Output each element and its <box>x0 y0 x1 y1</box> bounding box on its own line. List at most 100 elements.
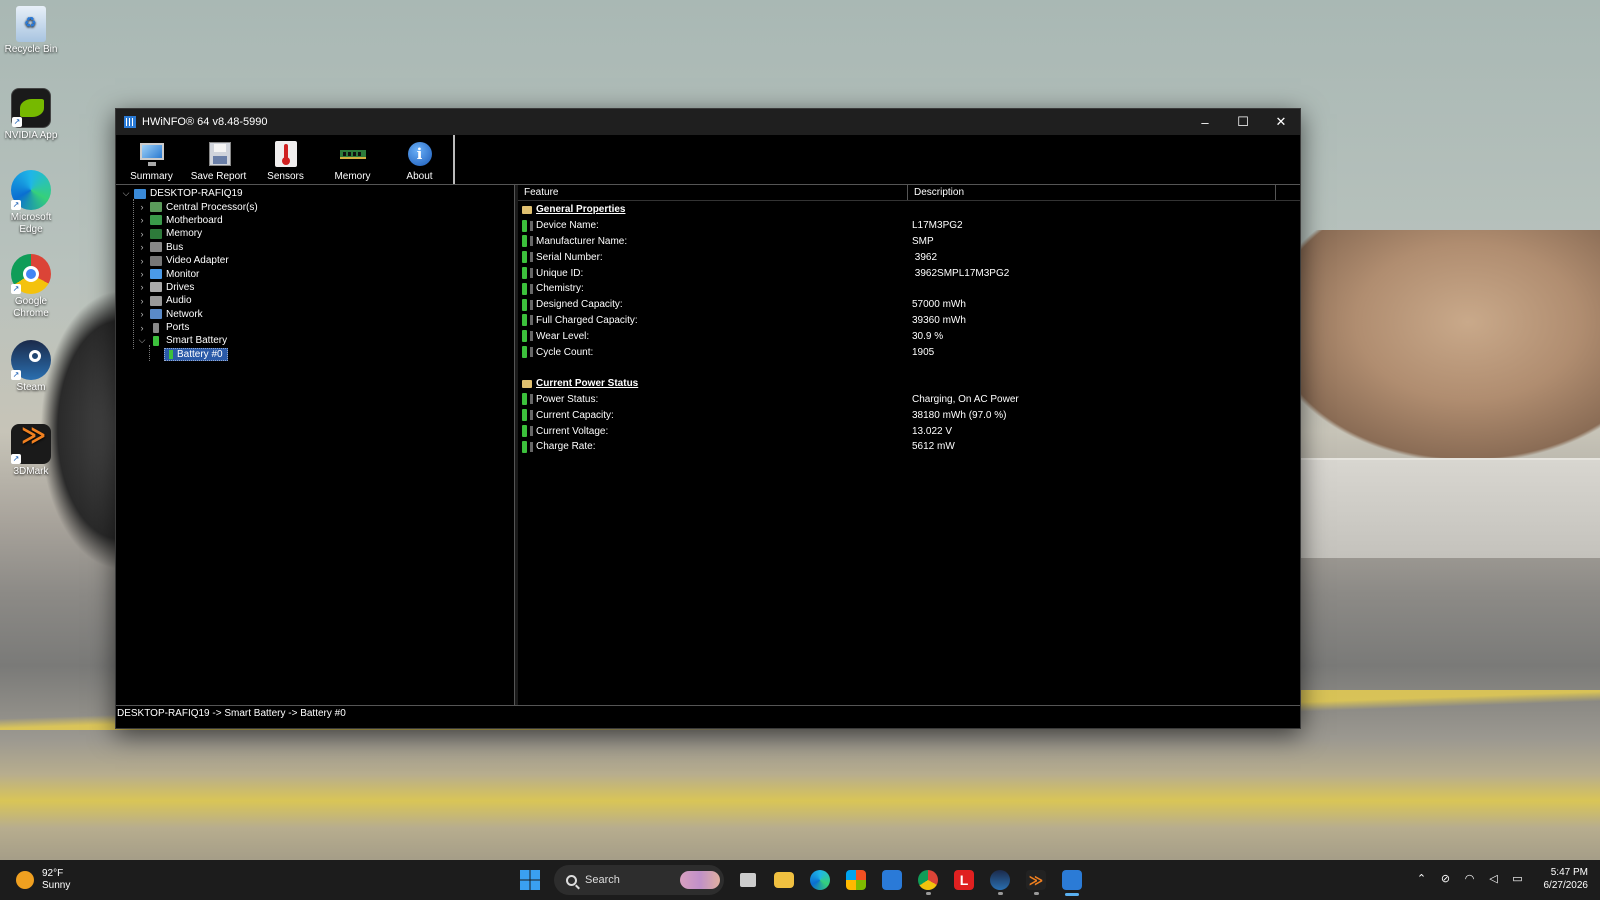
tree-item-label: Network <box>166 308 203 320</box>
steam-icon <box>990 870 1010 890</box>
tree-item-bus[interactable]: › Bus <box>116 241 514 254</box>
volume-icon[interactable]: ◁ <box>1486 872 1502 886</box>
notifications-off-icon[interactable]: ⊘ <box>1438 872 1454 886</box>
window-titlebar[interactable]: HWiNFO® 64 v8.48-5990 – ☐ ✕ <box>116 109 1300 135</box>
thermometer-icon <box>272 140 300 168</box>
desktop-icon-microsoft-edge[interactable]: ↗ Microsoft Edge <box>2 170 60 236</box>
clock[interactable]: 5:47 PM 6/27/2026 <box>1544 866 1589 892</box>
close-button[interactable]: ✕ <box>1262 109 1300 135</box>
desktop-icon-label: Recycle Bin <box>4 44 58 55</box>
chevron-right-icon[interactable]: › <box>136 202 148 212</box>
feature-name: Charge Rate: <box>536 441 596 453</box>
table-row[interactable]: Cycle Count: 1905 <box>518 344 1300 360</box>
feature-column-header[interactable]: Feature <box>518 185 908 200</box>
tree-item-battery-0[interactable]: Battery #0 <box>116 347 514 361</box>
edge-icon <box>810 870 830 890</box>
summary-button[interactable]: Summary <box>118 135 185 185</box>
tree-item-label: Smart Battery <box>166 335 228 347</box>
description-column-header[interactable]: Description <box>908 185 1276 200</box>
chevron-right-icon[interactable]: › <box>136 309 148 319</box>
monitor-icon <box>138 140 166 168</box>
start-button[interactable] <box>514 864 546 896</box>
battery-charging-icon[interactable]: ▭ <box>1510 872 1526 886</box>
desktop-icon-google-chrome[interactable]: ↗ Google Chrome <box>2 254 60 320</box>
feature-name: Power Status: <box>536 393 599 405</box>
chevron-right-icon[interactable]: › <box>136 242 148 252</box>
3dmark-button[interactable]: ≫ <box>1020 864 1052 896</box>
battery-icon <box>522 393 527 406</box>
chevron-right-icon[interactable]: › <box>136 269 148 279</box>
tree-item-memory[interactable]: › Memory <box>116 227 514 240</box>
chevron-right-icon[interactable]: › <box>136 229 148 239</box>
taskbar-search[interactable]: Search <box>554 865 724 895</box>
steam-button[interactable] <box>984 864 1016 896</box>
minimize-button[interactable]: – <box>1186 109 1224 135</box>
tree-item-ports[interactable]: › Ports <box>116 321 514 334</box>
section-title: Current Power Status <box>536 378 639 390</box>
battery-level-icon <box>530 331 533 342</box>
chevron-right-icon[interactable]: › <box>136 282 148 292</box>
store-button[interactable] <box>840 864 872 896</box>
file-explorer-button[interactable] <box>768 864 800 896</box>
memory-button[interactable]: Memory <box>319 135 386 185</box>
edge-icon: ↗ <box>11 170 51 210</box>
tree-item-label: Memory <box>166 228 203 240</box>
tree-item-video-adapter[interactable]: › Video Adapter <box>116 254 514 267</box>
tree-item-network[interactable]: › Network <box>116 308 514 321</box>
clock-time: 5:47 PM <box>1550 867 1588 878</box>
mail-button[interactable] <box>876 864 908 896</box>
table-row[interactable]: Designed Capacity: 57000 mWh <box>518 297 1300 313</box>
tree-item-cpu[interactable]: › Central Processor(s) <box>116 200 514 213</box>
weather-widget[interactable]: 92°F Sunny <box>16 868 70 892</box>
chrome-button[interactable] <box>912 864 944 896</box>
battery-icon <box>522 267 527 280</box>
desktop-icon-recycle-bin[interactable]: ♻ Recycle Bin <box>2 6 60 56</box>
tree-item-motherboard[interactable]: › Motherboard <box>116 214 514 227</box>
table-row[interactable]: Serial Number: 3962 <box>518 249 1300 265</box>
chevron-up-icon[interactable]: ⌃ <box>1414 872 1430 886</box>
feature-name: Unique ID: <box>536 267 584 279</box>
desktop-icon-3dmark[interactable]: ≫ ↗ 3DMark <box>2 424 60 478</box>
hwinfo-taskbar-button[interactable] <box>1056 864 1088 896</box>
table-row[interactable]: Device Name: L17M3PG2 <box>518 218 1300 234</box>
save-report-button[interactable]: Save Report <box>185 135 252 185</box>
tree-item-drives[interactable]: › Drives <box>116 281 514 294</box>
tree-item-audio[interactable]: › Audio <box>116 294 514 307</box>
table-row[interactable]: Manufacturer Name: SMP <box>518 234 1300 250</box>
table-row[interactable]: Power Status: Charging, On AC Power <box>518 392 1300 408</box>
chevron-right-icon[interactable]: › <box>136 323 148 333</box>
tree-item-smart-battery[interactable]: ⌵ Smart Battery <box>116 334 514 347</box>
table-row[interactable]: Current Voltage: 13.022 V <box>518 423 1300 439</box>
table-row[interactable]: Current Capacity: 38180 mWh (97.0 %) <box>518 407 1300 423</box>
desktop-icon-steam[interactable]: ↗ Steam <box>2 340 60 394</box>
chevron-right-icon[interactable]: › <box>136 215 148 225</box>
about-button[interactable]: i About <box>386 135 453 185</box>
selected-tree-item[interactable]: Battery #0 <box>164 347 228 361</box>
chevron-right-icon[interactable]: › <box>136 296 148 306</box>
speaker-icon <box>150 295 162 306</box>
tree-root[interactable]: ⌵ DESKTOP-RAFIQ19 <box>116 187 514 200</box>
lenovo-vantage-button[interactable]: L <box>948 864 980 896</box>
desktop-icon-label: Steam <box>16 382 46 393</box>
chevron-right-icon[interactable]: › <box>136 256 148 266</box>
sensors-button[interactable]: Sensors <box>252 135 319 185</box>
desktop-icon-nvidia-app[interactable]: ↗ NVIDIA App <box>2 88 60 142</box>
windows-logo-icon <box>520 870 540 890</box>
task-view-button[interactable] <box>732 864 764 896</box>
wifi-icon[interactable]: ◠ <box>1462 872 1478 886</box>
table-row[interactable]: Wear Level: 30.9 % <box>518 328 1300 344</box>
table-row[interactable]: Charge Rate: 5612 mW <box>518 439 1300 455</box>
edge-button[interactable] <box>804 864 836 896</box>
chevron-down-icon[interactable]: ⌵ <box>136 335 148 346</box>
feature-name: Current Voltage: <box>536 425 609 437</box>
tree-item-monitor[interactable]: › Monitor <box>116 267 514 280</box>
table-row[interactable]: Unique ID: 3962SMPL17M3PG2 <box>518 265 1300 281</box>
maximize-button[interactable]: ☐ <box>1224 109 1262 135</box>
table-row[interactable]: Chemistry: <box>518 281 1300 297</box>
table-row[interactable]: Full Charged Capacity: 39360 mWh <box>518 313 1300 329</box>
tree-item-label: Battery #0 <box>177 348 223 360</box>
tree-root-label: DESKTOP-RAFIQ19 <box>150 188 243 200</box>
feature-name: Device Name: <box>536 220 599 232</box>
bus-icon <box>150 242 162 253</box>
chevron-down-icon[interactable]: ⌵ <box>120 188 132 199</box>
